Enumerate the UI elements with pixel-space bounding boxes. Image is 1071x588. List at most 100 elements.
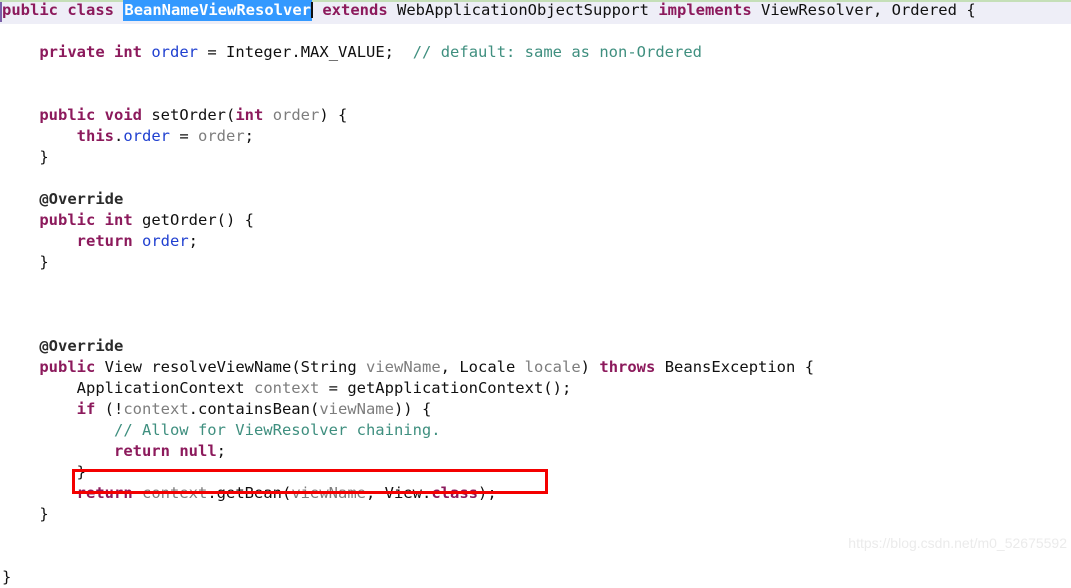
code-line-resolveviewname-signature[interactable]: public View resolveViewName(String viewN… [0,357,1071,378]
local-var-context: context [123,400,189,418]
keyword-return: return [76,232,133,250]
selected-class-name[interactable]: BeanNameViewResolver [123,0,312,21]
code-line-method-close[interactable]: } [0,504,1071,525]
keyword-public: public [2,1,58,19]
keyword-int: int [235,106,264,124]
code-line-class-declaration[interactable]: public class BeanNameViewResolver extend… [0,0,1071,21]
keyword-extends: extends [322,1,388,19]
close-paren-semicolon: ); [478,484,497,502]
parameter-viewname: viewName [366,358,441,376]
close-brace: } [76,463,86,481]
close-brace: } [39,148,49,166]
keyword-implements: implements [658,1,752,19]
code-line-class-close[interactable]: } [0,567,1071,588]
close-paren-brace: )) { [393,400,432,418]
code-line-getorder-close[interactable]: } [0,252,1071,273]
close-brace: } [39,253,49,271]
implemented-interfaces: ViewResolver, Ordered [761,1,957,19]
signature-close: ) { [319,106,348,124]
code-line-setorder-body[interactable]: this.order = order; [0,126,1071,147]
code-line-boxed-return-getbean[interactable]: return context.getBean(viewName, View.cl… [0,483,1071,504]
parameter-locale: locale [524,358,581,376]
field-order: order [151,43,199,61]
parameter-order: order [198,127,245,145]
semicolon: ; [216,442,226,460]
code-line-get-application-context[interactable]: ApplicationContext context = getApplicat… [0,378,1071,399]
code-line-order-field[interactable]: private int order = Integer.MAX_VALUE; /… [0,42,1071,63]
code-line-getorder-signature[interactable]: public int getOrder() { [0,210,1071,231]
keyword-class-literal: class [431,484,478,502]
code-line-override-annotation[interactable]: @Override [0,189,1071,210]
param-type-locale: Locale [459,358,516,376]
annotation-override: @Override [39,190,124,208]
method-name-setorder: setOrder( [151,106,236,124]
method-name-resolveviewname: resolveViewName( [151,358,301,376]
keyword-class: class [67,1,115,19]
keyword-int: int [104,211,133,229]
code-line-if-close[interactable]: } [0,462,1071,483]
code-line-comment-chaining[interactable]: // Allow for ViewResolver chaining. [0,420,1071,441]
keyword-private: private [39,43,105,61]
local-var-context: context [142,484,208,502]
comment-viewresolver-chaining: // Allow for ViewResolver chaining. [113,421,441,439]
assign-operator: = [207,43,217,61]
code-line-return-null[interactable]: return null; [0,441,1071,462]
superclass-name: WebApplicationObjectSupport [397,1,649,19]
code-line-setorder-signature[interactable]: public void setOrder(int order) { [0,105,1071,126]
close-brace: } [2,568,12,586]
open-paren-not: (! [95,400,124,418]
open-brace: { [966,1,976,19]
assign-operator: = [319,379,348,397]
code-line-setorder-close[interactable]: } [0,147,1071,168]
keyword-if: if [76,400,96,418]
method-name-getorder: getOrder() { [142,211,254,229]
keyword-int: int [114,43,142,61]
field-order: order [123,127,170,145]
keyword-public: public [39,211,96,229]
comma: , [365,484,385,502]
parameter-order: order [272,106,320,124]
keyword-public: public [39,106,96,124]
code-editor-surface: public class BeanNameViewResolver extend… [0,0,1071,586]
call-getbean: .getBean( [207,484,292,502]
code-line-override-annotation[interactable]: @Override [0,336,1071,357]
code-line-getorder-body[interactable]: return order; [0,231,1071,252]
keyword-this: this [76,127,114,145]
close-paren: ) [580,358,591,376]
value-integer-max: Integer.MAX_VALUE; [226,43,395,61]
close-brace: } [39,505,49,523]
code-line-if-contains-bean[interactable]: if (!context.containsBean(viewName)) { [0,399,1071,420]
